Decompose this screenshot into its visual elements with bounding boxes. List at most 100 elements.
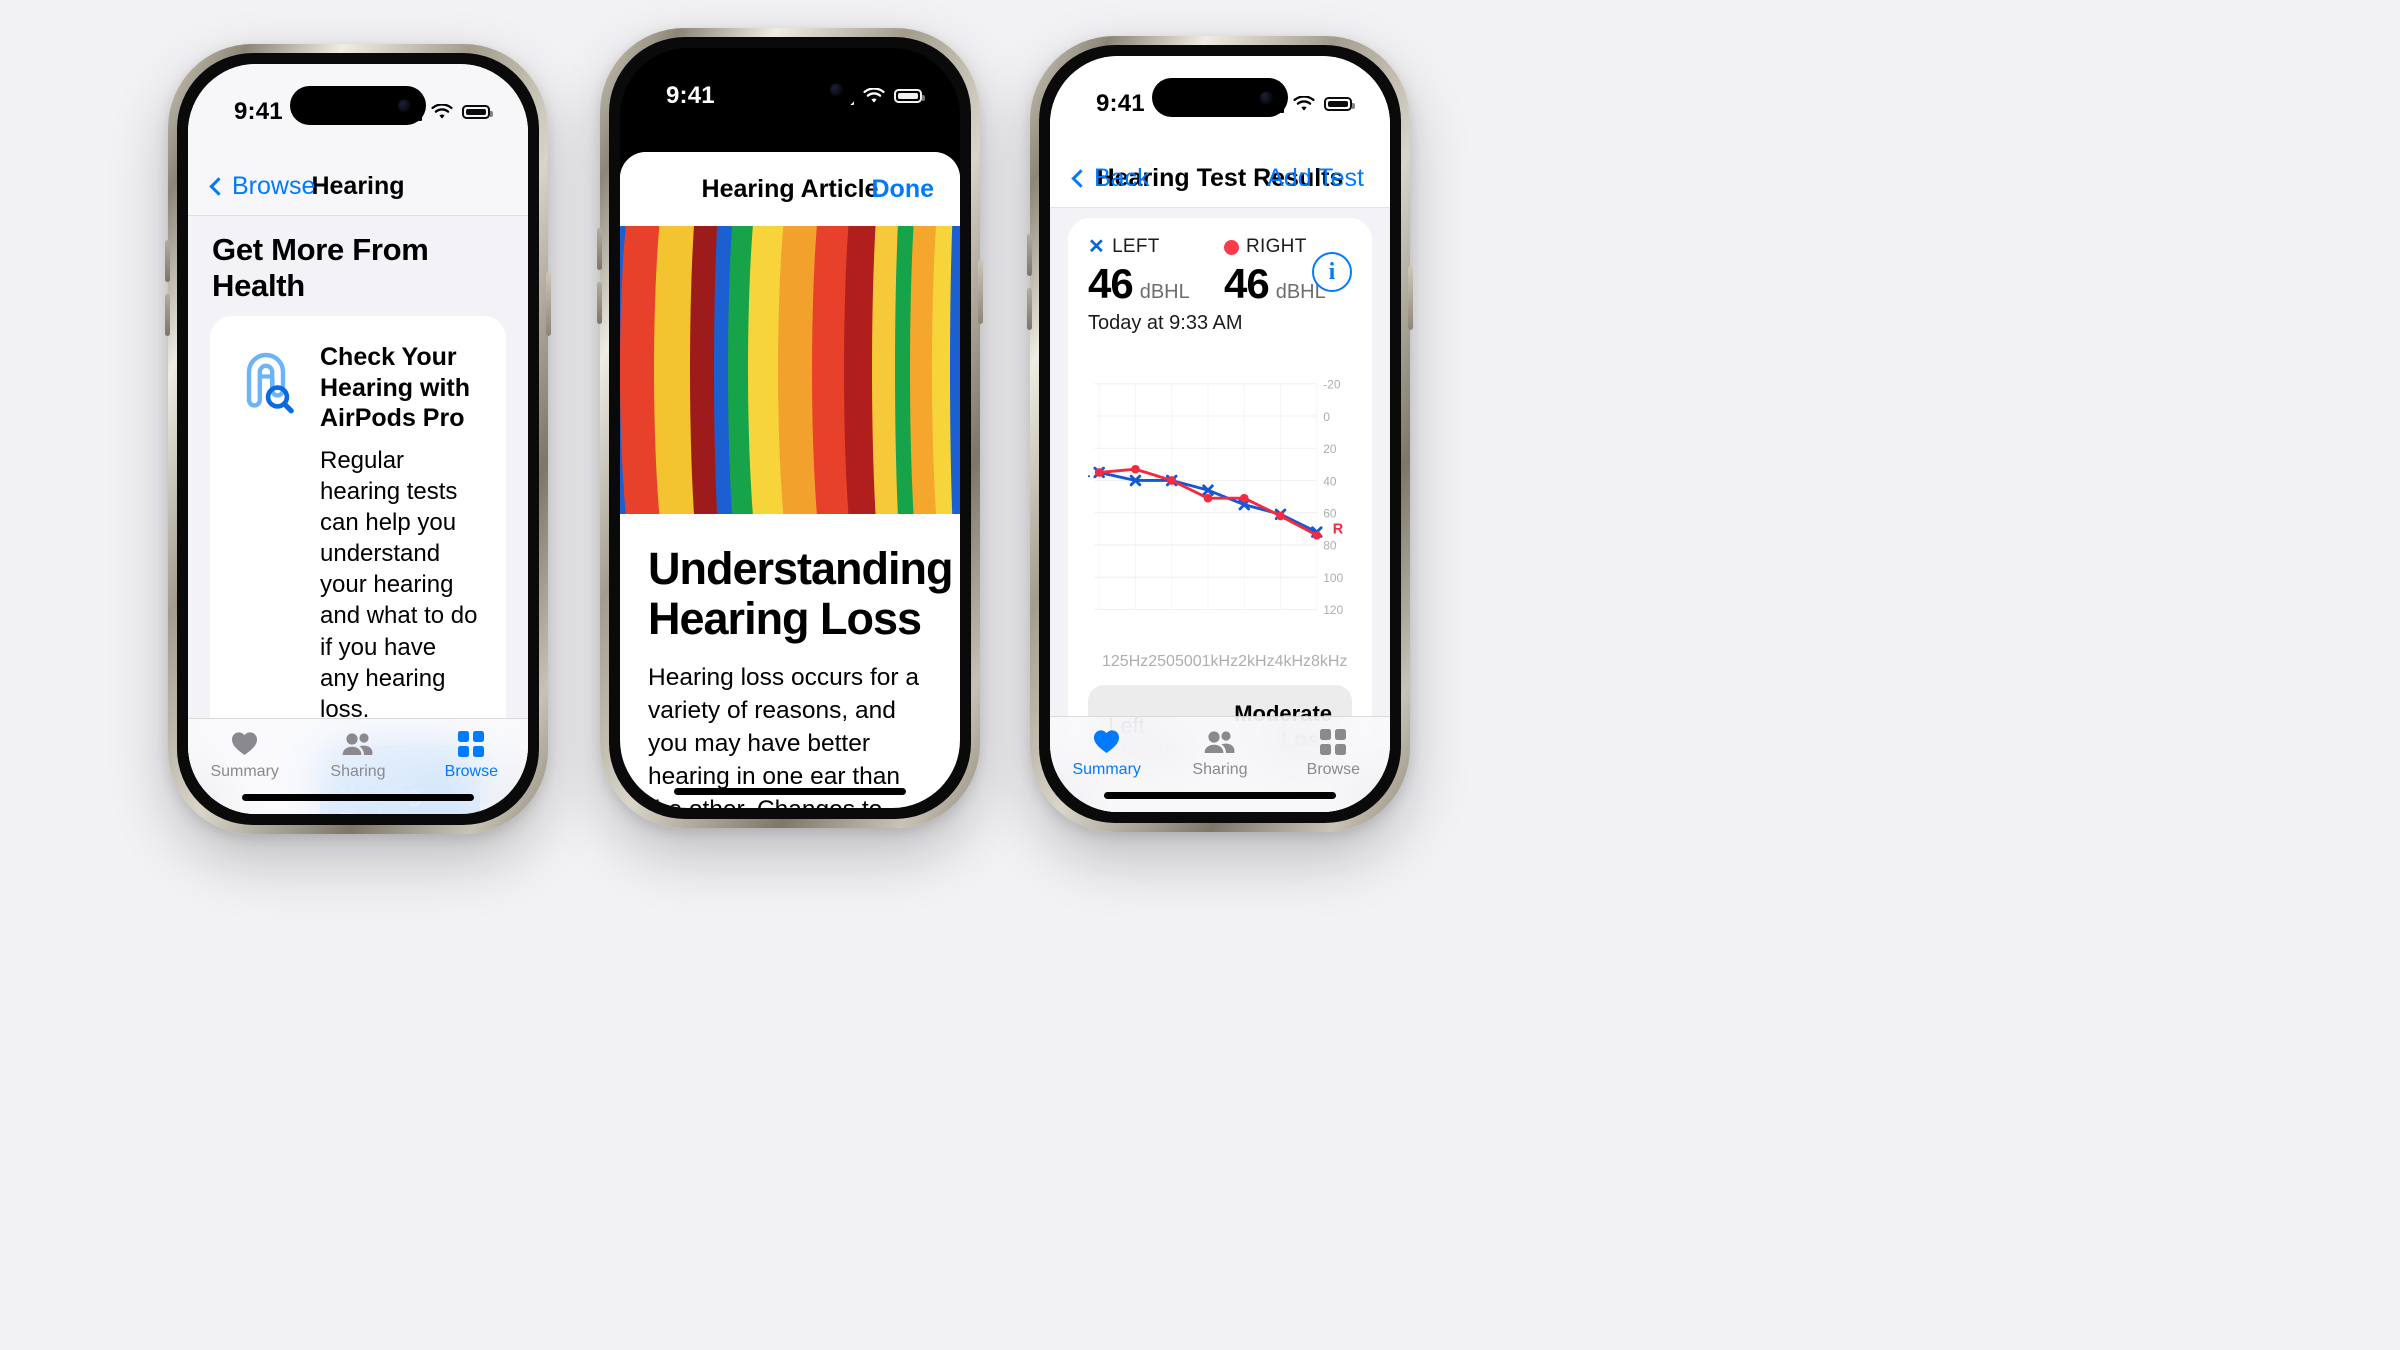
volume-up-button-2[interactable] — [597, 228, 602, 270]
left-ear-value: 46 — [1088, 260, 1134, 307]
done-button[interactable]: Done — [872, 175, 935, 204]
right-ear-value: 46 — [1224, 260, 1270, 307]
results-timestamp: Today at 9:33 AM — [1088, 312, 1243, 334]
y-tick-60: 60 — [1323, 507, 1337, 521]
tab-sharing-label: Sharing — [330, 763, 386, 780]
left-ear-value-row: 46 dBHL — [1088, 260, 1216, 308]
heart-icon-3 — [1093, 727, 1120, 756]
x-tick-2: 500 — [1174, 653, 1202, 670]
battery-icon-2 — [894, 89, 925, 103]
right-ear-label: RIGHT — [1246, 236, 1307, 257]
x-tick-0: 125Hz — [1102, 653, 1149, 670]
promo-heading: Check Your Hearing with AirPods Pro — [320, 343, 471, 432]
sheet-title: Hearing Article — [701, 174, 879, 203]
article-hero-image-2 — [620, 226, 960, 514]
abstract-colorful-arcs-artwork-2 — [620, 226, 960, 514]
tab-browse-label-3: Browse — [1306, 761, 1360, 778]
x-tick-4: 2kHz — [1238, 653, 1275, 670]
x-tick-6: 8kHz — [1311, 653, 1348, 670]
dynamic-island-2 — [722, 70, 858, 109]
people-icon-3 — [1204, 727, 1235, 756]
back-button-label: Browse — [232, 172, 316, 200]
phone-3: 9:41 Back Hearing Test Results Add Test … — [1027, 36, 1413, 832]
point-right-5 — [1276, 511, 1285, 521]
volume-buttons[interactable] — [165, 240, 170, 282]
phone-1: 9:41 Browse Hearing Get More From Health… — [165, 44, 551, 834]
ear-summary-row: ✕ LEFT 46 dBHL RIGHT 46 dBHL i — [1088, 236, 1352, 308]
chevron-left-icon-3 — [1071, 169, 1090, 188]
tab-sharing-label-3: Sharing — [1192, 761, 1248, 778]
y-tick-100: 100 — [1323, 571, 1343, 585]
point-right-0 — [1094, 468, 1104, 477]
audiogram-x-axis-labels: 125Hz 250 500 1kHz 2kHz 4kHz 8kHz — [1088, 649, 1352, 671]
y-tick--20: -20 — [1323, 378, 1341, 392]
tab-sharing[interactable]: Sharing — [301, 729, 414, 781]
sheet-navbar: Hearing Article Done — [620, 152, 960, 226]
tab-sharing-3[interactable]: Sharing — [1163, 727, 1276, 779]
y-tick-80: 80 — [1323, 539, 1337, 553]
phone-2-screen: 9:41 Hearing Article Done Understanding … — [620, 48, 960, 808]
tab-summary-3[interactable]: Summary — [1050, 727, 1163, 779]
point-right-2 — [1167, 476, 1177, 485]
phone-1-screen: 9:41 Browse Hearing Get More From Health… — [188, 64, 528, 814]
grid-icon — [458, 729, 485, 758]
point-right-4 — [1239, 493, 1249, 503]
status-time-2: 9:41 — [666, 82, 715, 109]
x-tick-5: 4kHz — [1274, 653, 1312, 670]
dynamic-island-3 — [1152, 78, 1288, 117]
point-right-1 — [1131, 464, 1140, 474]
power-button-3[interactable] — [1408, 266, 1413, 330]
annotation-R: R — [1333, 522, 1344, 538]
volume-down-button[interactable] — [165, 294, 170, 336]
home-indicator-3[interactable] — [1104, 792, 1336, 799]
x-tick-1: 250 — [1148, 653, 1175, 670]
left-ear-summary: ✕ LEFT 46 dBHL — [1088, 236, 1216, 308]
power-button-2[interactable] — [978, 260, 983, 324]
tab-summary-label-3: Summary — [1072, 761, 1141, 778]
dot-marker-icon — [1224, 239, 1239, 255]
back-button-3[interactable]: Back — [1071, 164, 1150, 193]
front-camera-icon — [398, 99, 411, 112]
back-button[interactable]: Browse — [209, 172, 316, 201]
power-button[interactable] — [546, 272, 551, 336]
back-button-label-3: Back — [1094, 164, 1150, 192]
phone-3-screen: 9:41 Back Hearing Test Results Add Test … — [1050, 56, 1390, 812]
audiogram-svg: -20 0 20 40 60 80 100 120 L R — [1082, 378, 1344, 618]
home-indicator-2[interactable] — [674, 788, 906, 795]
home-indicator[interactable] — [242, 794, 474, 801]
tab-browse[interactable]: Browse — [415, 729, 528, 781]
heart-icon — [231, 729, 258, 758]
add-test-button[interactable]: Add Test — [1267, 164, 1364, 193]
audiogram-chart[interactable]: -20 0 20 40 60 80 100 120 L R — [1082, 349, 1352, 649]
article-paragraph-1: Hearing loss occurs for a variety of rea… — [648, 664, 919, 808]
tab-summary[interactable]: Summary — [188, 729, 301, 781]
annotation-L: L — [1088, 465, 1091, 481]
tab-browse-3[interactable]: Browse — [1277, 727, 1390, 779]
left-ear-label: LEFT — [1112, 236, 1160, 257]
hearing-article-sheet: Hearing Article Done Understanding Heari… — [620, 152, 960, 808]
y-tick-120: 120 — [1323, 603, 1343, 617]
promo-body: Regular hearing tests can help you under… — [320, 446, 478, 724]
tab-browse-label: Browse — [444, 763, 498, 780]
volume-up-button-3[interactable] — [1027, 234, 1032, 276]
point-right-6 — [1312, 530, 1322, 540]
article-body: Understanding Hearing Loss Hearing loss … — [620, 514, 960, 808]
volume-down-button-2[interactable] — [597, 282, 602, 324]
y-tick-40: 40 — [1323, 474, 1337, 488]
left-ear-label-row: ✕ LEFT — [1088, 236, 1216, 258]
chevron-left-icon — [209, 177, 228, 196]
section-title-get-more: Get More From Health — [212, 232, 429, 303]
info-circle-icon[interactable]: i — [1312, 252, 1352, 292]
tab-summary-label: Summary — [210, 763, 279, 780]
left-ear-unit: dBHL — [1139, 281, 1190, 303]
front-camera-icon-2 — [830, 83, 843, 96]
grid-icon-3 — [1320, 727, 1347, 756]
front-camera-icon-3 — [1260, 91, 1273, 104]
x-tick-3: 1kHz — [1201, 653, 1239, 670]
airpods-hearing-test-icon — [246, 352, 294, 414]
article-title: Understanding Hearing Loss — [648, 543, 954, 644]
screenshot-stage: 9:41 Browse Hearing Get More From Health… — [0, 0, 2400, 1350]
x-marker-icon: ✕ — [1088, 236, 1106, 258]
volume-down-button-3[interactable] — [1027, 288, 1032, 330]
y-tick-0: 0 — [1323, 410, 1330, 424]
